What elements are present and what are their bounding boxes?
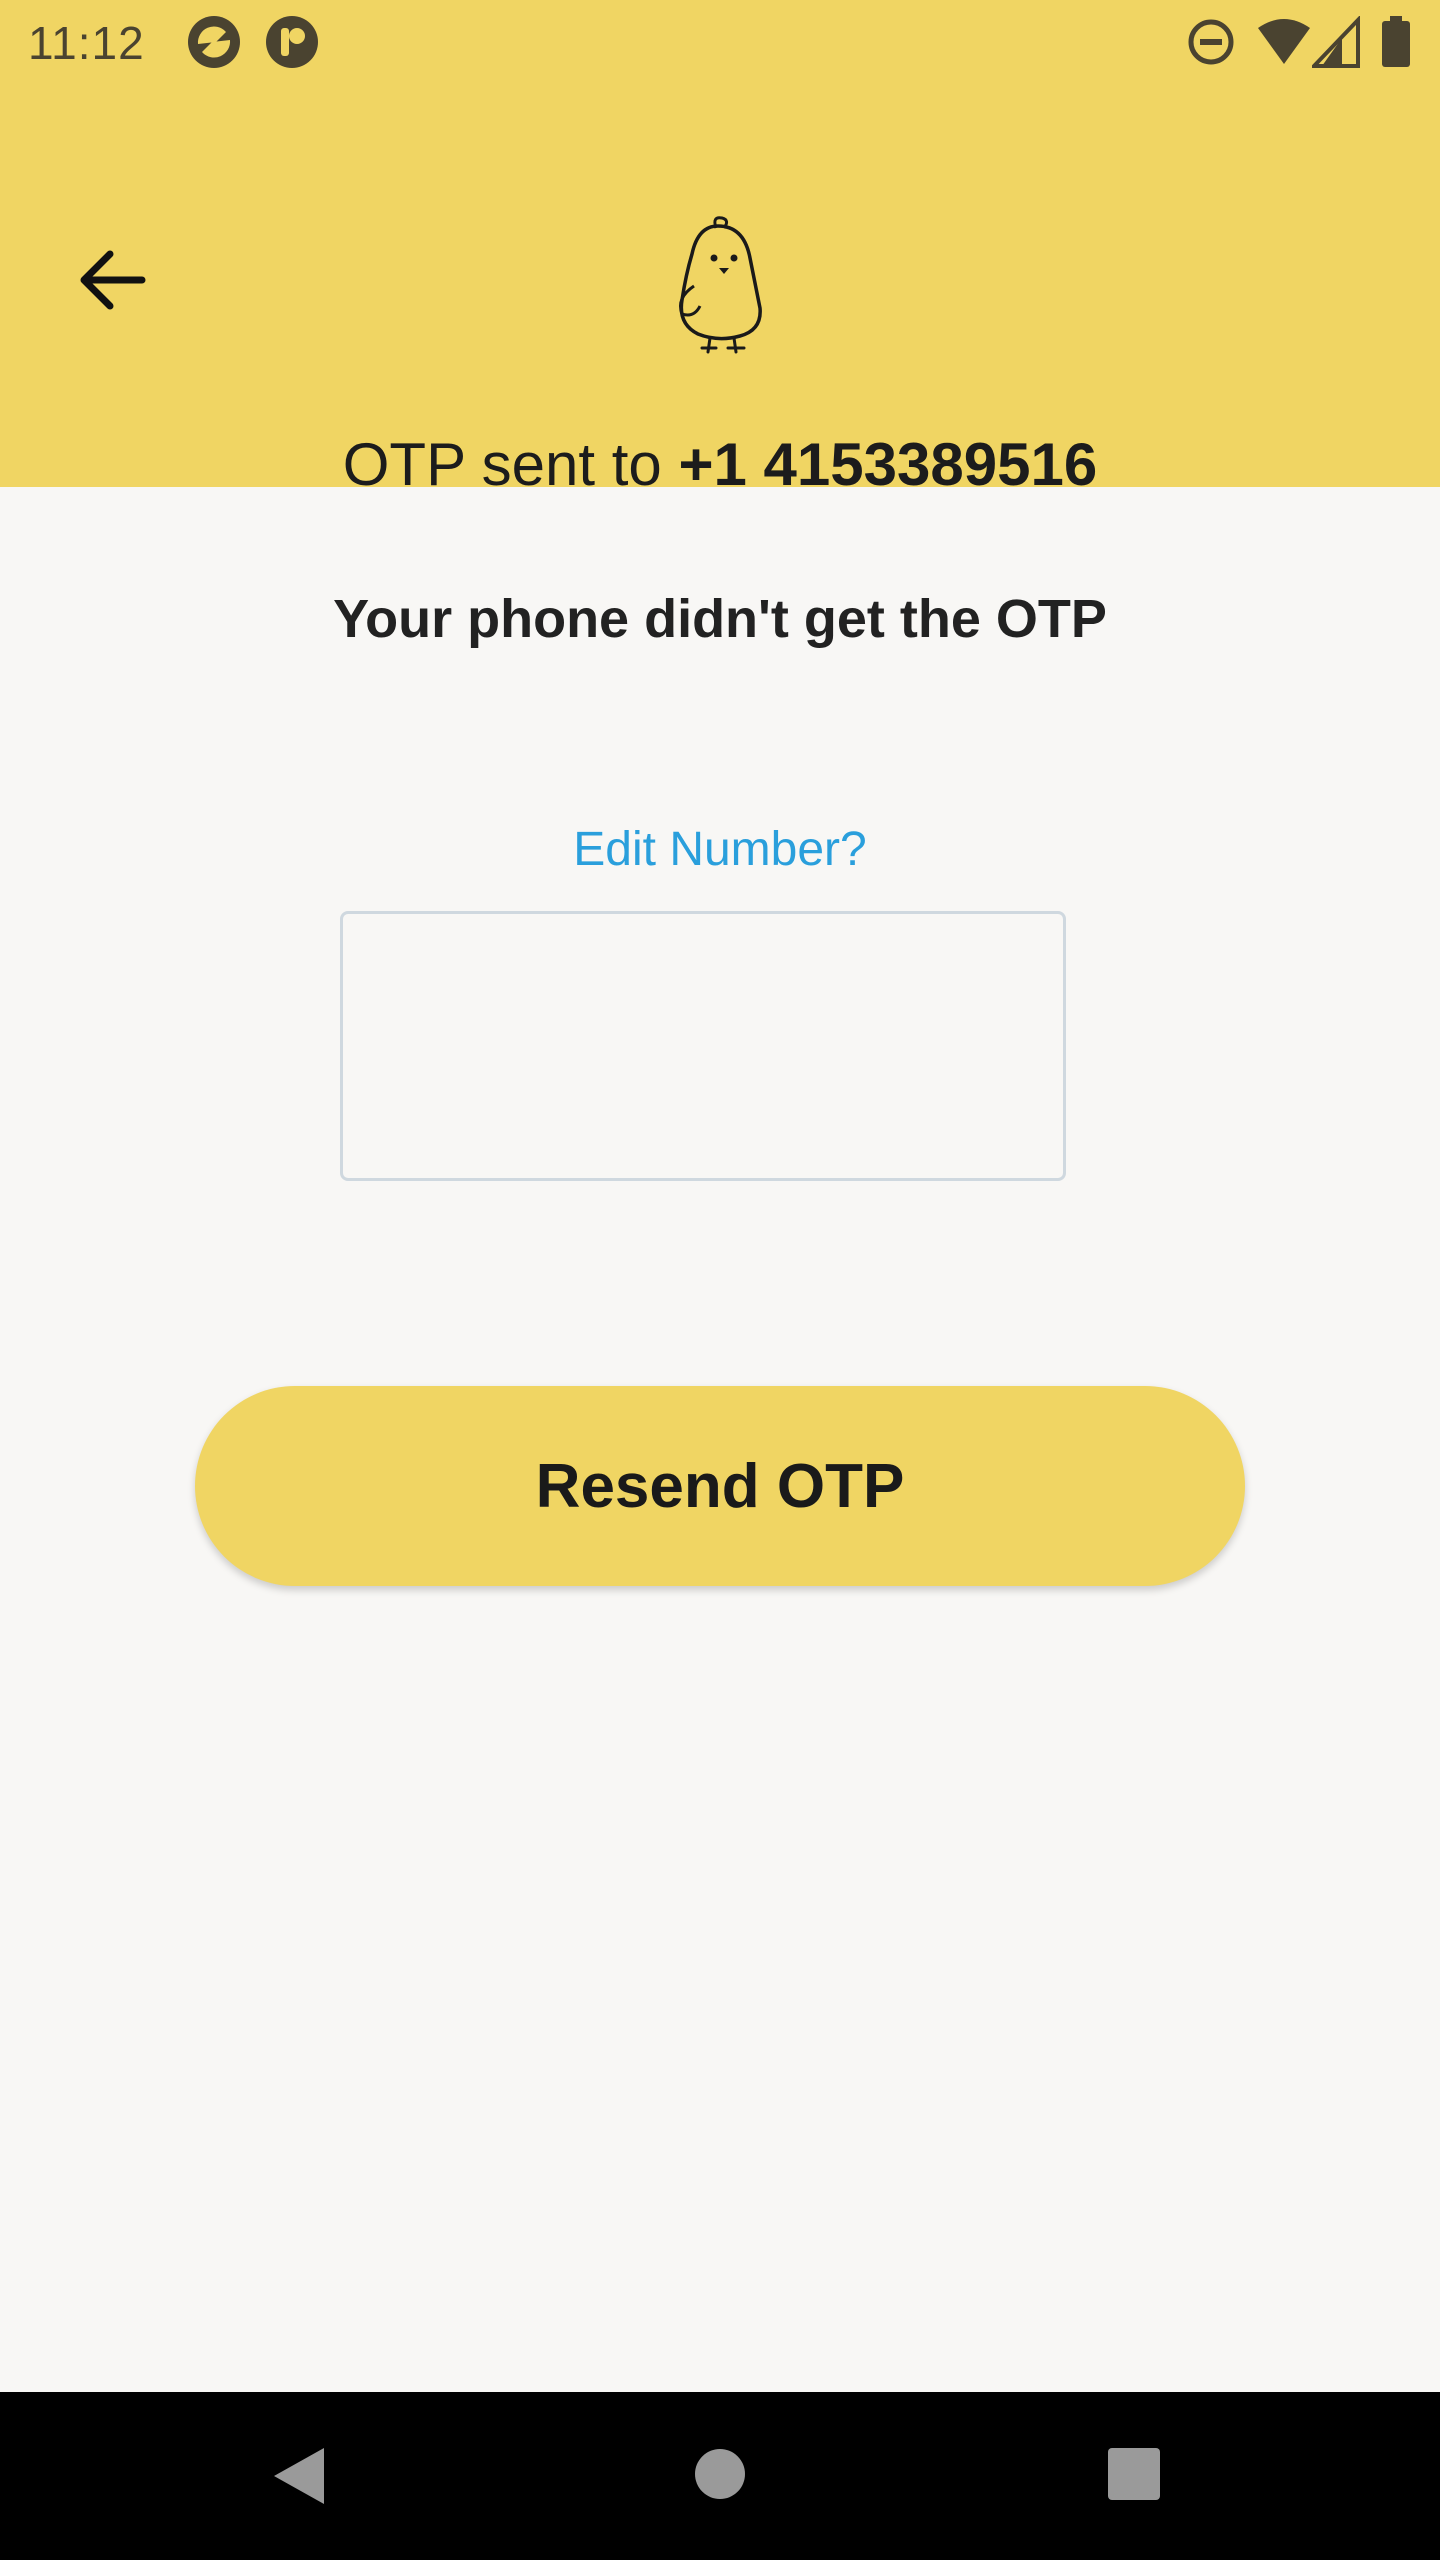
signal-icon [1312,16,1360,68]
do-not-disturb-icon [1188,19,1234,65]
recents-square-icon[interactable] [1108,2448,1160,2500]
page-title: Your phone didn't get the OTP [333,589,1107,649]
status-time: 11:12 [28,17,145,69]
otp-sent-text: OTP sent to +1 4153389516 [0,430,1440,499]
otp-sent-label: OTP sent to [342,431,679,498]
arrow-left-icon [80,250,146,310]
home-circle-icon[interactable] [694,2448,746,2500]
battery-icon [1382,16,1410,67]
resend-otp-button[interactable]: Resend OTP [195,1386,1245,1586]
chick-logo [679,216,762,354]
wifi-icon [1258,19,1310,64]
phone-number: +1 4153389516 [678,431,1098,498]
app-notification-icon [188,16,240,68]
edit-number-link[interactable]: Edit Number? [0,822,1440,877]
header: OTP sent to +1 4153389516 [0,84,1440,498]
status-bar: 11:12 [0,0,1440,84]
system-nav-bar [0,2392,1440,2560]
otp-input[interactable] [340,911,1066,1181]
back-button[interactable] [64,232,160,328]
otp-screen: 11:12 OTP sent to +1 4153389516 Your pho… [0,0,1440,2560]
back-triangle-icon[interactable] [270,2444,328,2508]
app-notification-icon [266,16,318,68]
